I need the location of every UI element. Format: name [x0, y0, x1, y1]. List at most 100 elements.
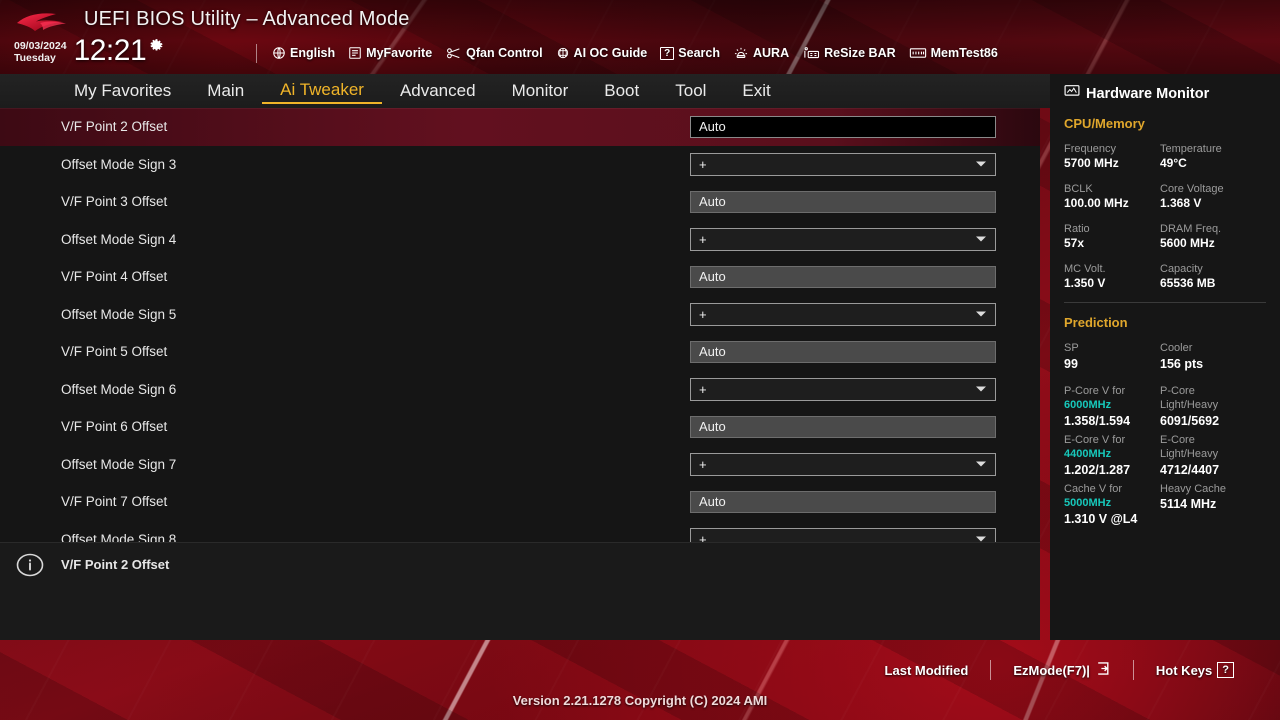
hw-pair: Frequency5700 MHzTemperature49°C [1064, 142, 1272, 171]
hw-key: Cooler [1160, 341, 1256, 356]
setting-row[interactable]: Offset Mode Sign 4 + [0, 221, 1040, 259]
hw-cell-left: E-Core V for4400MHz1.202/1.287 [1064, 433, 1160, 480]
setting-row[interactable]: V/F Point 5 OffsetAuto [0, 333, 1040, 371]
setting-label: Offset Mode Sign 4 [61, 232, 176, 247]
hw-value: 100.00 MHz [1064, 196, 1160, 211]
setting-dropdown[interactable]: + [690, 153, 996, 176]
hw-key: Capacity [1160, 262, 1256, 276]
brain-icon [556, 46, 570, 60]
hotkeys-button[interactable]: Hot Keys ? [1134, 662, 1256, 678]
toolbar-item-search[interactable]: ? Search [660, 46, 720, 60]
hw-cell-sp: SP99 [1064, 341, 1160, 374]
hw-cell-left: P-Core V for6000MHz1.358/1.594 [1064, 384, 1160, 431]
hw-key: Cache V for [1064, 482, 1160, 497]
setting-row[interactable]: Offset Mode Sign 3+ [0, 146, 1040, 184]
setting-value: + [699, 232, 707, 247]
setting-dropdown[interactable]: + [690, 528, 996, 542]
clock-text: 12:21 [74, 36, 147, 66]
hw-section-prediction: Prediction [1050, 315, 1280, 330]
setting-row[interactable]: Offset Mode Sign 7+ [0, 446, 1040, 484]
hw-key: SP [1064, 341, 1160, 356]
hw-cell-left: Cache V for5000MHz1.310 V @L4 [1064, 482, 1160, 529]
hw-cell: Capacity65536 MB [1160, 262, 1256, 291]
star-list-icon [348, 46, 362, 60]
hw-key: P-Core V for [1064, 384, 1160, 399]
hw-value: 49°C [1160, 156, 1256, 171]
menu-item-monitor[interactable]: Monitor [494, 80, 587, 102]
toolbar-item-english[interactable]: English [272, 46, 335, 60]
setting-input[interactable]: Auto [690, 491, 996, 513]
chevron-down-icon [976, 162, 986, 167]
info-icon [16, 551, 44, 584]
setting-row[interactable]: V/F Point 4 OffsetAuto [0, 258, 1040, 296]
setting-dropdown[interactable]: + [690, 453, 996, 476]
setting-label: V/F Point 2 Offset [61, 119, 167, 134]
setting-dropdown[interactable]: + [690, 303, 996, 326]
setting-value: + [699, 157, 707, 172]
setting-input[interactable]: Auto [690, 116, 996, 138]
fan-icon [445, 46, 462, 60]
memory-icon [909, 46, 927, 60]
setting-row[interactable]: V/F Point 7 Offset Auto [0, 483, 1040, 521]
menu-item-exit[interactable]: Exit [724, 80, 788, 102]
toolbar-item-resize-bar[interactable]: ReSize BAR [802, 46, 896, 61]
resize-bar-icon [802, 46, 820, 61]
setting-value: + [699, 382, 707, 397]
setting-input[interactable]: Auto [690, 191, 996, 213]
last-modified-button[interactable]: Last Modified [863, 663, 991, 678]
setting-value: Auto [699, 269, 726, 284]
toolbar-item-ai-oc-guide[interactable]: AI OC Guide [556, 46, 648, 60]
settings-list: V/F Point 2 Offset Auto Offset Mode Sign 3… [0, 108, 1040, 542]
rog-logo [14, 8, 74, 38]
setting-value: Auto [699, 344, 726, 359]
chevron-down-icon [976, 537, 986, 542]
menu-item-ai-tweaker[interactable]: Ai Tweaker [262, 79, 382, 104]
hw-cell: Ratio57x [1064, 222, 1160, 251]
setting-label: V/F Point 7 Offset [61, 494, 167, 509]
menu-item-my-favorites[interactable]: My Favorites [56, 80, 189, 102]
menu-item-tool[interactable]: Tool [657, 80, 724, 102]
setting-input[interactable]: Auto [690, 341, 996, 363]
setting-row[interactable]: V/F Point 3 OffsetAuto [0, 183, 1040, 221]
hw-frequency-highlight: 6000MHz [1064, 399, 1111, 411]
hw-pair: BCLK100.00 MHzCore Voltage1.368 V [1064, 182, 1272, 211]
setting-input[interactable]: Auto [690, 266, 996, 288]
menu-item-advanced[interactable]: Advanced [382, 80, 494, 102]
setting-dropdown[interactable]: + [690, 378, 996, 401]
hw-cell-right: P-CoreLight/Heavy6091/5692 [1160, 384, 1256, 431]
setting-row[interactable]: V/F Point 2 Offset Auto [0, 108, 1040, 146]
hw-key: DRAM Freq. [1160, 222, 1256, 236]
chevron-down-icon [976, 312, 986, 317]
menu-item-boot[interactable]: Boot [586, 80, 657, 102]
ezmode-button[interactable]: EzMode(F7)| [991, 661, 1133, 679]
toolbar-item-memtest86[interactable]: MemTest86 [909, 46, 998, 60]
setting-row[interactable]: V/F Point 6 OffsetAuto [0, 408, 1040, 446]
settings-scrollbar[interactable] [1029, 112, 1035, 540]
setting-label: Offset Mode Sign 5 [61, 307, 176, 322]
hw-value: 65536 MB [1160, 276, 1256, 291]
menu-item-main[interactable]: Main [189, 80, 262, 102]
toolbar-item-qfan-control[interactable]: Qfan Control [445, 46, 542, 60]
chevron-down-icon [976, 237, 986, 242]
toolbar-label-ai-oc-guide: AI OC Guide [574, 46, 648, 60]
hw-value: 5114 MHz [1160, 496, 1256, 513]
hardware-monitor-panel: Hardware Monitor CPU/Memory Frequency570… [1050, 74, 1280, 640]
hw-cell: Frequency5700 MHz [1064, 142, 1160, 171]
toolbar-item-myfavorite[interactable]: MyFavorite [348, 46, 432, 60]
gear-icon[interactable] [148, 37, 165, 59]
hw-value: 57x [1064, 236, 1160, 251]
hw-cell-right: E-CoreLight/Heavy4712/4407 [1160, 433, 1256, 480]
setting-row[interactable]: Offset Mode Sign 6+ [0, 371, 1040, 409]
chevron-down-icon [976, 387, 986, 392]
weekday-text: Tuesday [14, 52, 67, 64]
toolbar-item-aura[interactable]: AURA [733, 46, 789, 60]
date-text: 09/03/2024 [14, 40, 67, 52]
setting-row[interactable]: Offset Mode Sign 5 + [0, 296, 1040, 334]
hw-key: Ratio [1064, 222, 1160, 236]
hw-value: 5700 MHz [1064, 156, 1160, 171]
setting-dropdown[interactable]: + [690, 228, 996, 251]
setting-row[interactable]: Offset Mode Sign 8+ [0, 521, 1040, 543]
setting-input[interactable]: Auto [690, 416, 996, 438]
setting-value: Auto [699, 419, 726, 434]
date-block: 09/03/2024 Tuesday [14, 36, 67, 64]
